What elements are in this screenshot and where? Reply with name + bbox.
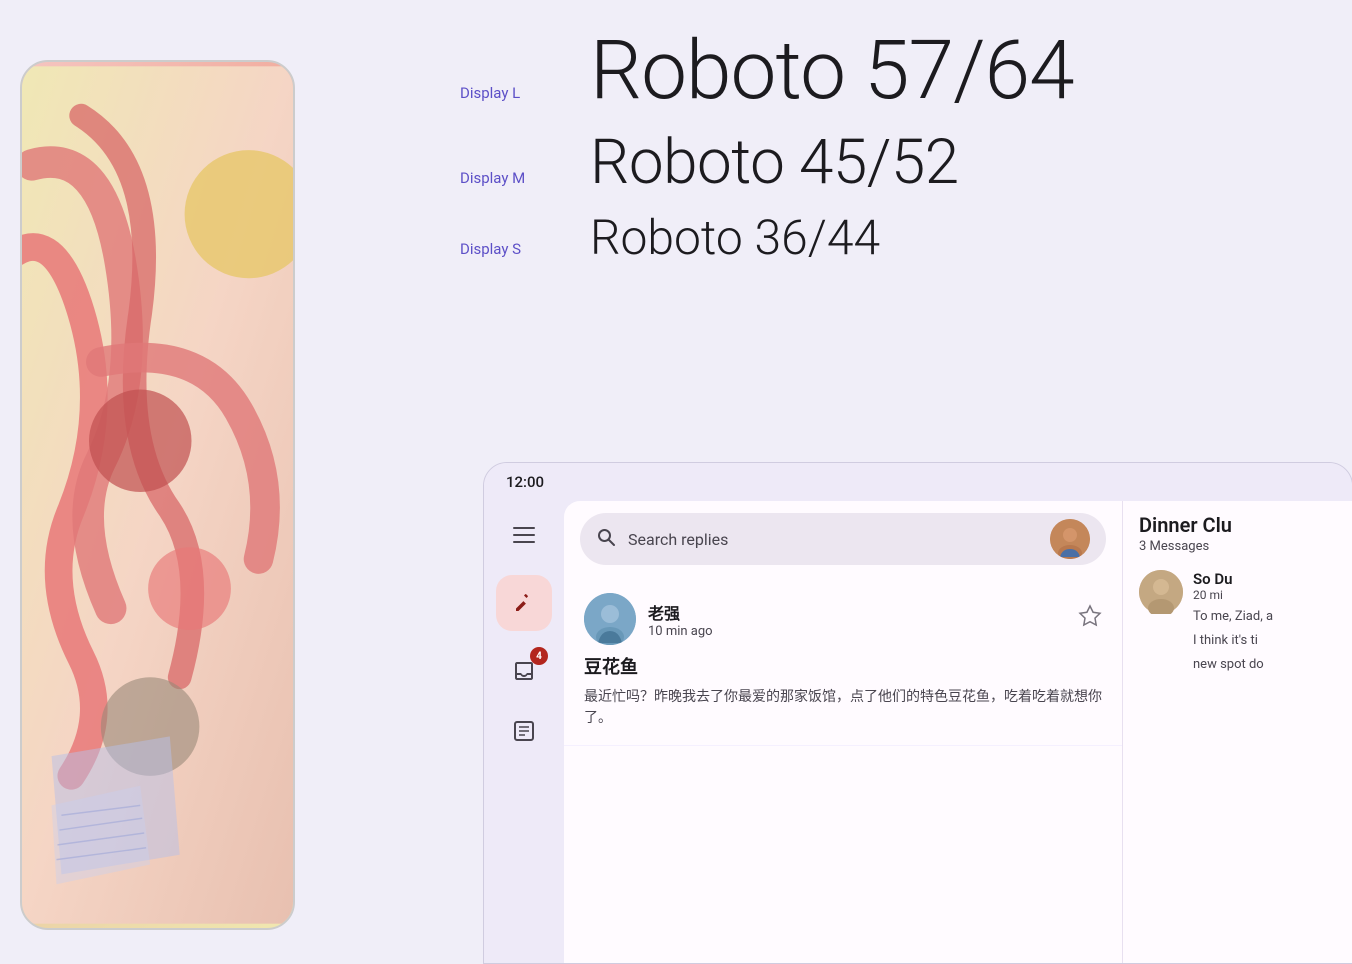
message-item[interactable]: 老强 10 min ago 豆花鱼 最近忙吗？昨晚我去了你最爱的那家饭馆，点了他…: [564, 577, 1122, 746]
display-s-row: Display S Roboto 36/44: [460, 214, 1350, 262]
inbox-badge: 4: [530, 647, 548, 665]
right-message-time: 20 mi: [1193, 588, 1336, 602]
right-message-item[interactable]: So Du 20 mi To me, Ziad, a I think it's …: [1139, 570, 1336, 675]
right-message-content: So Du 20 mi To me, Ziad, a I think it's …: [1193, 570, 1336, 675]
message-header: 老强 10 min ago: [584, 593, 1102, 645]
star-icon[interactable]: [1078, 604, 1102, 634]
message-meta: 老强 10 min ago: [648, 600, 1066, 639]
app-content-area: 4 Sea: [484, 501, 1352, 963]
sender-avatar: [584, 593, 636, 645]
search-placeholder-text: Search replies: [628, 530, 1038, 549]
message-title: 豆花鱼: [584, 653, 1102, 679]
right-message-preview1: To me, Ziad, a: [1193, 608, 1336, 626]
dinner-club-count: 3 Messages: [1139, 539, 1336, 554]
main-panel: Search replies: [564, 501, 1122, 963]
display-l-label: Display L: [460, 84, 590, 102]
right-sender-name: So Du: [1193, 570, 1336, 588]
display-m-sample: Roboto 45/52: [590, 132, 959, 194]
phone-frame: [20, 60, 295, 930]
display-s-label: Display S: [460, 240, 590, 258]
dinner-club-title: Dinner Clu: [1139, 513, 1336, 537]
search-icon: [596, 527, 616, 552]
display-l-row: Display L Roboto 57/64: [460, 30, 1350, 112]
user-avatar[interactable]: [1050, 519, 1090, 559]
display-m-row: Display M Roboto 45/52: [460, 132, 1350, 194]
right-panel: Dinner Clu 3 Messages So Du 20 mi To me,…: [1122, 501, 1352, 963]
phone-mockup: [0, 0, 320, 964]
display-l-sample: Roboto 57/64: [590, 30, 1074, 112]
display-m-label: Display M: [460, 169, 590, 187]
compose-fab-button[interactable]: [496, 575, 552, 631]
app-mockup: 12:00: [483, 462, 1352, 964]
status-time: 12:00: [506, 473, 544, 491]
notes-button[interactable]: [504, 711, 544, 751]
status-bar: 12:00: [484, 463, 1352, 501]
right-message-preview2: I think it's ti: [1193, 632, 1336, 650]
right-contact-avatar: [1139, 570, 1183, 614]
app-sidebar: 4: [484, 501, 564, 963]
sender-name: 老强: [648, 600, 1066, 624]
inbox-badge-container: 4: [504, 651, 544, 691]
right-message-preview3: new spot do: [1193, 656, 1336, 674]
message-time: 10 min ago: [648, 624, 1066, 639]
hamburger-menu-button[interactable]: [504, 515, 544, 555]
typography-area: Display L Roboto 57/64 Display M Roboto …: [460, 30, 1350, 282]
search-bar[interactable]: Search replies: [580, 513, 1106, 565]
display-s-sample: Roboto 36/44: [590, 214, 880, 262]
message-preview: 最近忙吗？昨晚我去了你最爱的那家饭馆，点了他们的特色豆花鱼，吃着吃着就想你了。: [584, 687, 1102, 729]
